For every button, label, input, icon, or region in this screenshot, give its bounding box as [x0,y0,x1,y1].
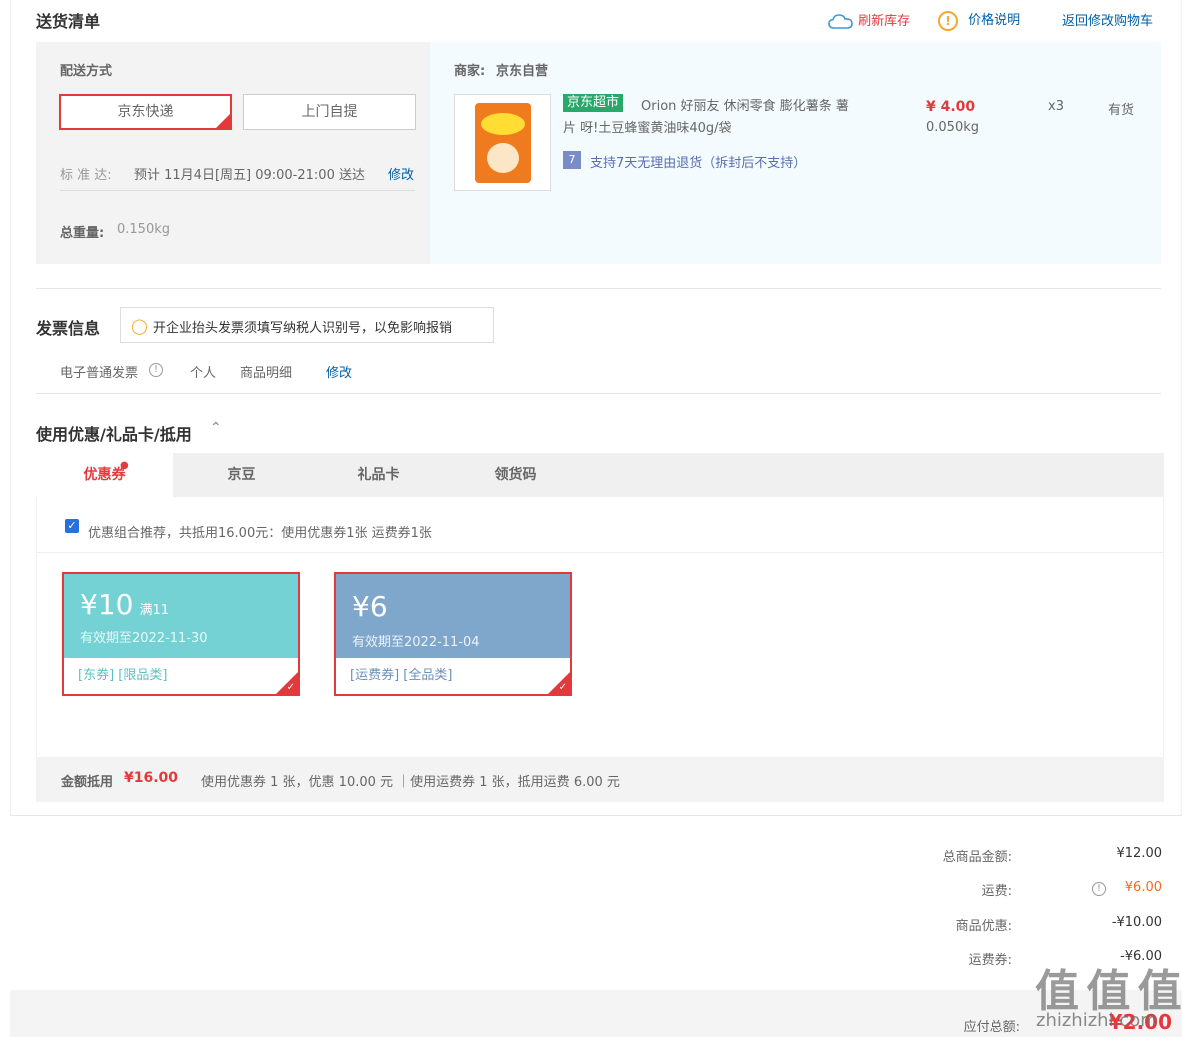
warning-icon: ! [938,10,958,31]
product-name[interactable]: Orion 好丽友 休闲零食 膨化薯条 薯片 呀!土豆蜂蜜黄油味40g/袋 [563,96,858,140]
coupon-card-1[interactable]: ¥10 满11 有效期至2022-11-30 [东券] [限品类] ✓ [62,572,300,696]
total-goods-row: 总商品金额: ¥12.00 [0,846,1182,866]
coupon-valid: 有效期至2022-11-30 [80,631,208,646]
ship-coupon-label: 运费券: [968,953,1012,968]
price-note-label: 价格说明 [968,13,1021,28]
coupon-tags: [运费券] [全品类] [350,668,453,683]
invoice-type: 电子普通发票 [60,366,139,381]
modify-delivery-link[interactable]: 修改 [388,164,414,183]
product-weight: 0.050kg [926,120,979,135]
coupon-amount: ¥6 [352,590,388,623]
coupon-divider [37,552,1163,553]
coupon-valid: 有效期至2022-11-04 [352,635,480,650]
chips-bag-image [475,103,531,183]
recommend-text: 优惠组合推荐，共抵用16.00元：使用优惠券1张 运费券1张 [88,526,432,541]
invoice-title: 发票信息 [36,319,101,338]
info-icon[interactable]: ! [1092,882,1106,896]
promo-row: 商品优惠: -¥10.00 [0,915,1182,935]
shipping-label: 运费: [981,884,1012,899]
product-stock: 有货 [1108,103,1135,118]
merchant-name: 京东自营 [496,64,549,79]
section-divider-1 [36,288,1161,289]
watermark-text: zhizhizhi.com [1036,1010,1158,1031]
product-qty: x3 [1048,99,1064,114]
shipping-divider [60,190,415,191]
total-goods-value: ¥12.00 [1116,846,1163,861]
section-divider-2 [36,393,1161,394]
payable-bar: 应付总额: ¥2.00 [10,990,1182,1037]
tab-jingdou[interactable]: 京豆 [173,453,310,497]
coupon-top: ¥10 满11 有效期至2022-11-30 [64,574,298,658]
coupon-tags: [东券] [限品类] [78,668,168,683]
shipping-row: 运费: ! ¥6.00 [0,880,1182,900]
standard-delivery-label: 标 准 达: [60,168,112,183]
weight-label: 总重量: [60,226,105,241]
option-pickup[interactable]: 上门自提 [243,94,416,130]
back-to-cart-link[interactable]: 返回修改购物车 [1062,10,1153,29]
discount-tabs: 优惠券 ● 京豆 礼品卡 领货码 [36,453,1164,497]
invoice-personal: 个人 [190,366,217,381]
invoice-tip-box: ◯ 开企业抬头发票须填写纳税人识别号，以免影响报销 [120,307,494,343]
standard-delivery-text: 预计 11月4日[周五] 09:00-21:00 送达 [134,168,365,183]
discount-title: 使用优惠/礼品卡/抵用 [36,425,192,444]
option-jd-express[interactable]: 京东快递 [59,94,232,130]
cloud-icon [828,13,853,29]
chips-character-shape [487,143,519,173]
tab-gift-card[interactable]: 礼品卡 [310,453,447,497]
coupon-top: ¥6 有效期至2022-11-04 [336,574,570,658]
summary-amount: ¥16.00 [124,770,179,786]
chevron-up-icon[interactable]: ⌃ [210,420,222,436]
merchant-label: 商家: [454,64,486,79]
payable-label: 应付总额: [963,1020,1020,1035]
chips-logo-shape [481,113,525,135]
coupon-amount-value: ¥10 [80,588,134,621]
promo-label: 商品优惠: [955,919,1012,934]
invoice-tip-text: 开企业抬头发票须填写纳税人识别号，以免影响报销 [153,321,453,336]
return-policy: 支持7天无理由退货（拆封后不支持） [590,156,807,171]
delivery-title: 送货清单 [36,12,101,31]
shipping-value: ¥6.00 [1124,880,1162,895]
refresh-stock-label: 刷新库存 [858,14,911,29]
check-icon: ✓ [286,682,295,693]
shipping-method-label: 配送方式 [60,64,113,79]
recommend-checkbox[interactable]: ✓ [65,519,79,533]
selected-corner [216,114,230,128]
invoice-modify-link[interactable]: 修改 [326,362,352,381]
summary-label: 金额抵用 [61,775,114,790]
red-dot-icon: ● [120,460,129,471]
tab-redeem-code[interactable]: 领货码 [447,453,584,497]
summary-detail: 使用优惠券 1 张，优惠 10.00 元 ｜使用运费券 1 张，抵用运费 6.0… [201,775,620,790]
coupon-card-2[interactable]: ¥6 有效期至2022-11-04 [运费券] [全品类] ✓ [334,572,572,696]
info-icon[interactable]: ! [149,363,163,377]
weight-value: 0.150kg [117,222,170,237]
refresh-stock-link[interactable]: 刷新库存 [828,10,910,30]
promo-value: -¥10.00 [1111,915,1162,930]
tab-coupons[interactable]: 优惠券 ● [36,453,173,497]
coupon-amount: ¥10 满11 [80,588,169,621]
coupon-amount-value: ¥6 [352,590,388,623]
product-thumbnail[interactable] [454,94,551,191]
invoice-detail: 商品明细 [240,366,293,381]
check-icon: ✓ [558,682,567,693]
total-goods-label: 总商品金额: [942,850,1012,865]
discount-summary-bar: 金额抵用 ¥16.00 使用优惠券 1 张，优惠 10.00 元 ｜使用运费券 … [36,757,1164,802]
coupon-condition: 满11 [139,603,169,618]
return-badge-icon: 7 [563,151,581,169]
ship-coupon-row: 运费券: -¥6.00 [0,949,1182,969]
price-note-link[interactable]: ! 价格说明 [938,9,1020,31]
lightbulb-icon: ◯ [131,317,148,335]
product-price: ¥ 4.00 [926,99,976,115]
option-jd-express-label: 京东快递 [117,104,174,120]
